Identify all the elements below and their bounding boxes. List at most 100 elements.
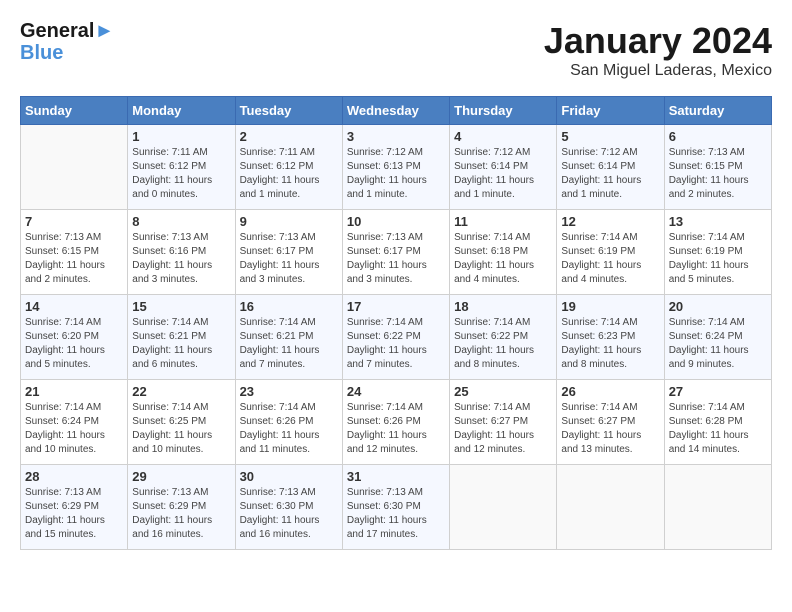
calendar-cell: 12 Sunrise: 7:14 AM Sunset: 6:19 PM Dayl…: [557, 210, 664, 295]
sunset-text: Sunset: 6:12 PM: [240, 161, 314, 172]
sunrise-text: Sunrise: 7:12 AM: [454, 147, 530, 158]
day-number: 11: [454, 214, 552, 229]
sunset-text: Sunset: 6:15 PM: [669, 161, 743, 172]
calendar-cell: [557, 465, 664, 550]
weekday-header-thursday: Thursday: [450, 97, 557, 125]
day-info: Sunrise: 7:14 AM Sunset: 6:26 PM Dayligh…: [240, 401, 338, 457]
sunrise-text: Sunrise: 7:14 AM: [561, 317, 637, 328]
day-info: Sunrise: 7:13 AM Sunset: 6:29 PM Dayligh…: [132, 486, 230, 542]
day-number: 20: [669, 299, 767, 314]
month-title: January 2024: [544, 20, 772, 62]
week-row-4: 21 Sunrise: 7:14 AM Sunset: 6:24 PM Dayl…: [21, 380, 772, 465]
daylight-text: Daylight: 11 hours and 3 minutes.: [240, 260, 320, 285]
daylight-text: Daylight: 11 hours and 14 minutes.: [669, 430, 749, 455]
sunrise-text: Sunrise: 7:14 AM: [240, 317, 316, 328]
day-info: Sunrise: 7:11 AM Sunset: 6:12 PM Dayligh…: [132, 146, 230, 202]
day-info: Sunrise: 7:14 AM Sunset: 6:28 PM Dayligh…: [669, 401, 767, 457]
sunrise-text: Sunrise: 7:11 AM: [132, 147, 207, 158]
sunrise-text: Sunrise: 7:13 AM: [347, 487, 423, 498]
weekday-header-tuesday: Tuesday: [235, 97, 342, 125]
daylight-text: Daylight: 11 hours and 13 minutes.: [561, 430, 641, 455]
calendar-cell: 13 Sunrise: 7:14 AM Sunset: 6:19 PM Dayl…: [664, 210, 771, 295]
sunset-text: Sunset: 6:14 PM: [561, 161, 635, 172]
sunset-text: Sunset: 6:19 PM: [669, 246, 743, 257]
day-info: Sunrise: 7:13 AM Sunset: 6:17 PM Dayligh…: [240, 231, 338, 287]
daylight-text: Daylight: 11 hours and 7 minutes.: [347, 345, 427, 370]
daylight-text: Daylight: 11 hours and 1 minute.: [347, 175, 427, 200]
calendar-cell: 3 Sunrise: 7:12 AM Sunset: 6:13 PM Dayli…: [342, 125, 449, 210]
day-number: 26: [561, 384, 659, 399]
sunrise-text: Sunrise: 7:12 AM: [561, 147, 637, 158]
sunrise-text: Sunrise: 7:14 AM: [669, 232, 745, 243]
daylight-text: Daylight: 11 hours and 1 minute.: [240, 175, 320, 200]
sunrise-text: Sunrise: 7:12 AM: [347, 147, 423, 158]
sunrise-text: Sunrise: 7:14 AM: [132, 317, 208, 328]
daylight-text: Daylight: 11 hours and 2 minutes.: [25, 260, 105, 285]
logo: General► Blue: [20, 20, 114, 64]
day-info: Sunrise: 7:12 AM Sunset: 6:14 PM Dayligh…: [454, 146, 552, 202]
calendar-cell: [664, 465, 771, 550]
sunset-text: Sunset: 6:16 PM: [132, 246, 206, 257]
calendar-cell: 10 Sunrise: 7:13 AM Sunset: 6:17 PM Dayl…: [342, 210, 449, 295]
calendar-cell: 4 Sunrise: 7:12 AM Sunset: 6:14 PM Dayli…: [450, 125, 557, 210]
week-row-1: 1 Sunrise: 7:11 AM Sunset: 6:12 PM Dayli…: [21, 125, 772, 210]
day-number: 9: [240, 214, 338, 229]
day-number: 28: [25, 469, 123, 484]
calendar-cell: 7 Sunrise: 7:13 AM Sunset: 6:15 PM Dayli…: [21, 210, 128, 295]
day-number: 7: [25, 214, 123, 229]
sunrise-text: Sunrise: 7:13 AM: [132, 232, 208, 243]
sunset-text: Sunset: 6:26 PM: [240, 416, 314, 427]
sunrise-text: Sunrise: 7:14 AM: [561, 232, 637, 243]
calendar-cell: 22 Sunrise: 7:14 AM Sunset: 6:25 PM Dayl…: [128, 380, 235, 465]
day-info: Sunrise: 7:14 AM Sunset: 6:19 PM Dayligh…: [561, 231, 659, 287]
page-header: General► Blue January 2024 San Miguel La…: [20, 20, 772, 80]
calendar-table: SundayMondayTuesdayWednesdayThursdayFrid…: [20, 96, 772, 550]
day-number: 12: [561, 214, 659, 229]
daylight-text: Daylight: 11 hours and 6 minutes.: [132, 345, 212, 370]
weekday-header-wednesday: Wednesday: [342, 97, 449, 125]
sunset-text: Sunset: 6:27 PM: [561, 416, 635, 427]
day-number: 14: [25, 299, 123, 314]
sunset-text: Sunset: 6:19 PM: [561, 246, 635, 257]
sunrise-text: Sunrise: 7:13 AM: [25, 487, 101, 498]
calendar-cell: 19 Sunrise: 7:14 AM Sunset: 6:23 PM Dayl…: [557, 295, 664, 380]
day-info: Sunrise: 7:12 AM Sunset: 6:13 PM Dayligh…: [347, 146, 445, 202]
daylight-text: Daylight: 11 hours and 3 minutes.: [347, 260, 427, 285]
day-info: Sunrise: 7:14 AM Sunset: 6:26 PM Dayligh…: [347, 401, 445, 457]
week-row-2: 7 Sunrise: 7:13 AM Sunset: 6:15 PM Dayli…: [21, 210, 772, 295]
daylight-text: Daylight: 11 hours and 12 minutes.: [454, 430, 534, 455]
day-number: 19: [561, 299, 659, 314]
sunset-text: Sunset: 6:21 PM: [240, 331, 314, 342]
daylight-text: Daylight: 11 hours and 4 minutes.: [561, 260, 641, 285]
day-info: Sunrise: 7:14 AM Sunset: 6:20 PM Dayligh…: [25, 316, 123, 372]
calendar-cell: 9 Sunrise: 7:13 AM Sunset: 6:17 PM Dayli…: [235, 210, 342, 295]
daylight-text: Daylight: 11 hours and 12 minutes.: [347, 430, 427, 455]
location: San Miguel Laderas, Mexico: [544, 62, 772, 80]
calendar-cell: 14 Sunrise: 7:14 AM Sunset: 6:20 PM Dayl…: [21, 295, 128, 380]
day-info: Sunrise: 7:14 AM Sunset: 6:25 PM Dayligh…: [132, 401, 230, 457]
day-info: Sunrise: 7:13 AM Sunset: 6:29 PM Dayligh…: [25, 486, 123, 542]
daylight-text: Daylight: 11 hours and 16 minutes.: [240, 515, 320, 540]
sunset-text: Sunset: 6:25 PM: [132, 416, 206, 427]
weekday-header-monday: Monday: [128, 97, 235, 125]
daylight-text: Daylight: 11 hours and 11 minutes.: [240, 430, 320, 455]
calendar-cell: 11 Sunrise: 7:14 AM Sunset: 6:18 PM Dayl…: [450, 210, 557, 295]
sunrise-text: Sunrise: 7:14 AM: [669, 402, 745, 413]
sunrise-text: Sunrise: 7:14 AM: [347, 317, 423, 328]
day-number: 31: [347, 469, 445, 484]
day-info: Sunrise: 7:13 AM Sunset: 6:30 PM Dayligh…: [240, 486, 338, 542]
daylight-text: Daylight: 11 hours and 16 minutes.: [132, 515, 212, 540]
week-row-5: 28 Sunrise: 7:13 AM Sunset: 6:29 PM Dayl…: [21, 465, 772, 550]
day-number: 30: [240, 469, 338, 484]
day-number: 24: [347, 384, 445, 399]
sunset-text: Sunset: 6:21 PM: [132, 331, 206, 342]
daylight-text: Daylight: 11 hours and 0 minutes.: [132, 175, 212, 200]
sunset-text: Sunset: 6:26 PM: [347, 416, 421, 427]
day-info: Sunrise: 7:14 AM Sunset: 6:22 PM Dayligh…: [454, 316, 552, 372]
sunset-text: Sunset: 6:30 PM: [240, 501, 314, 512]
calendar-cell: 31 Sunrise: 7:13 AM Sunset: 6:30 PM Dayl…: [342, 465, 449, 550]
day-info: Sunrise: 7:14 AM Sunset: 6:27 PM Dayligh…: [454, 401, 552, 457]
day-info: Sunrise: 7:14 AM Sunset: 6:19 PM Dayligh…: [669, 231, 767, 287]
calendar-cell: 25 Sunrise: 7:14 AM Sunset: 6:27 PM Dayl…: [450, 380, 557, 465]
daylight-text: Daylight: 11 hours and 5 minutes.: [25, 345, 105, 370]
